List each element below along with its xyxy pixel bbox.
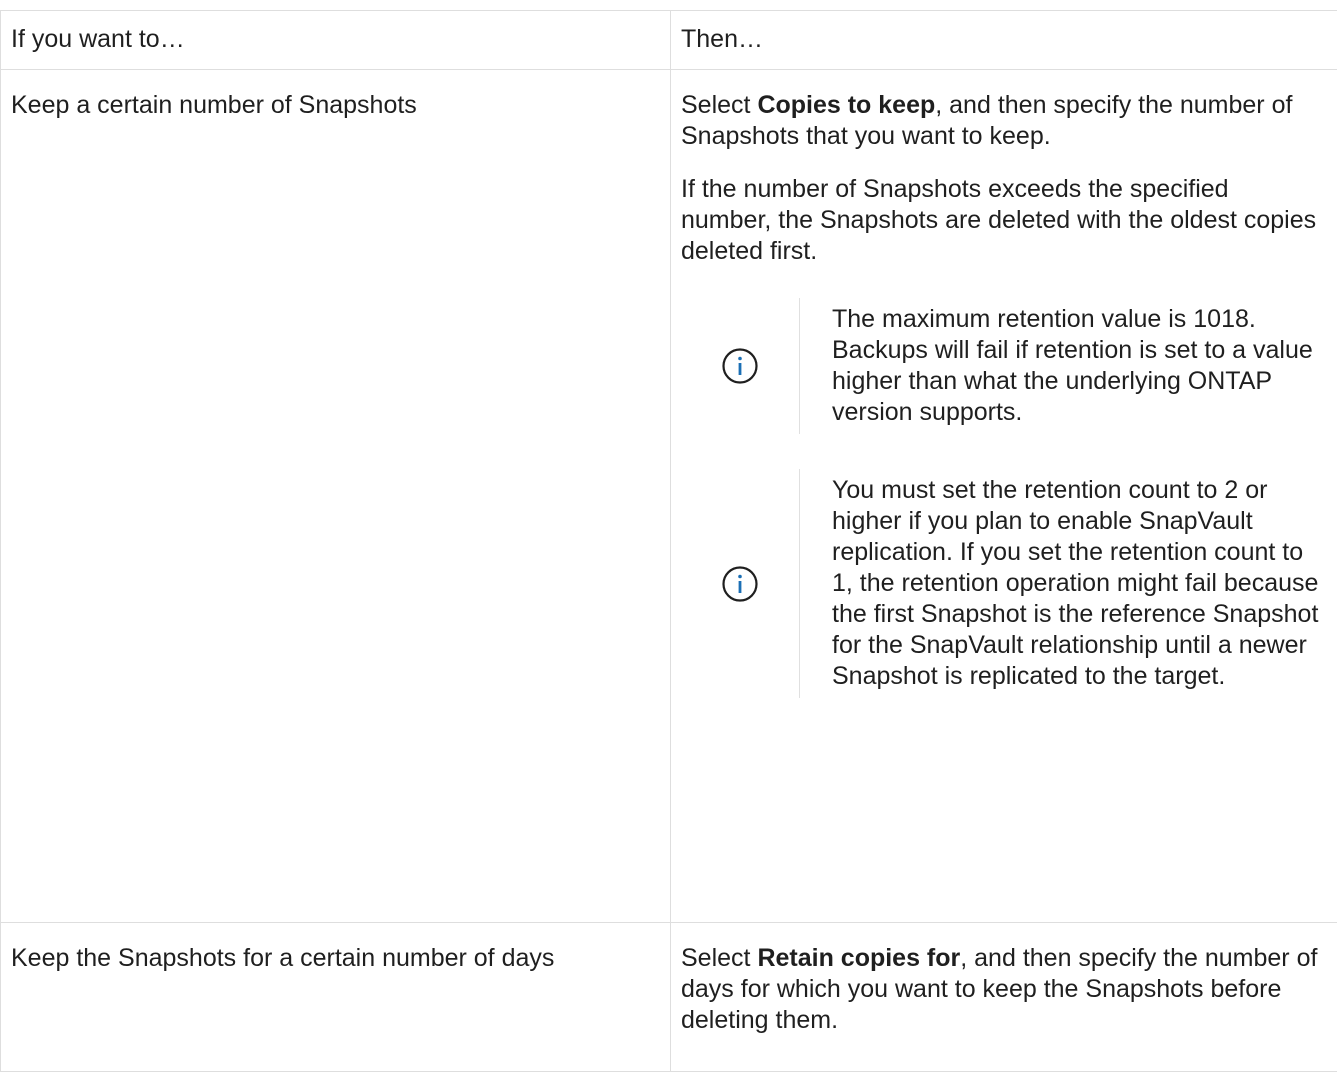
table-row: Keep a certain number of Snapshots Selec… — [1, 70, 1337, 923]
note-admonition: The maximum retention value is 1018. Bac… — [681, 298, 1321, 434]
note-text: You must set the retention count to 2 or… — [800, 469, 1321, 698]
header-cell-then: Then… — [671, 11, 1337, 70]
header-label-then: Then… — [671, 11, 1337, 55]
then-cell: Select Copies to keep, and then specify … — [671, 70, 1337, 923]
deletion-explanation-paragraph: If the number of Snapshots exceeds the s… — [681, 174, 1321, 267]
action-cell: Keep the Snapshots for a certain number … — [1, 923, 671, 1072]
option-name-retain-copies-for: Retain copies for — [757, 944, 960, 972]
info-icon — [721, 347, 759, 385]
table-row: Keep the Snapshots for a certain number … — [1, 923, 1337, 1072]
then-cell: Select Retain copies for, and then speci… — [671, 923, 1337, 1072]
header-label-if-you-want-to: If you want to… — [1, 11, 670, 55]
action-text: Keep a certain number of Snapshots — [1, 70, 670, 121]
option-name-copies-to-keep: Copies to keep — [757, 91, 935, 119]
note-text: The maximum retention value is 1018. Bac… — [800, 298, 1321, 434]
instruction-prefix: Select — [681, 944, 757, 972]
action-text: Keep the Snapshots for a certain number … — [1, 923, 670, 974]
info-icon — [721, 565, 759, 603]
header-cell-if-you-want-to: If you want to… — [1, 11, 671, 70]
instruction-paragraph: Select Retain copies for, and then speci… — [681, 943, 1321, 1036]
action-cell: Keep a certain number of Snapshots — [1, 70, 671, 923]
table-header-row: If you want to… Then… — [1, 11, 1337, 70]
retention-options-table: If you want to… Then… Keep a certain num… — [0, 10, 1337, 1072]
note-admonition: You must set the retention count to 2 or… — [681, 469, 1321, 698]
instruction-paragraph: Select Copies to keep, and then specify … — [681, 90, 1321, 152]
instruction-prefix: Select — [681, 91, 757, 119]
